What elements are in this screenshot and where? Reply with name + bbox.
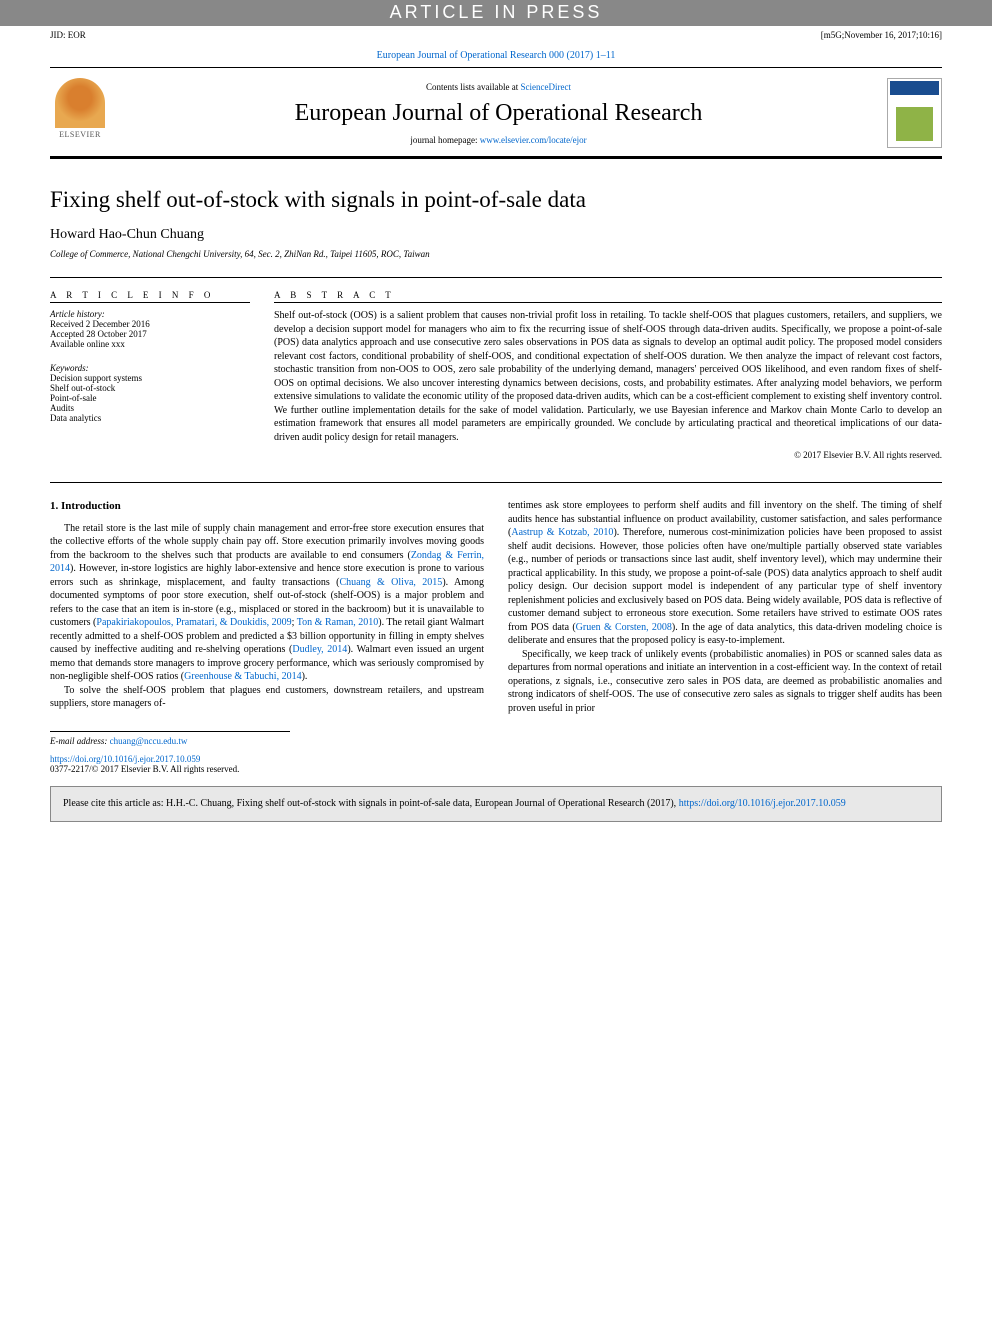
citation-box: Please cite this article as: H.H.-C. Chu… — [50, 786, 942, 822]
abstract-block: a b s t r a c t Shelf out-of-stock (OOS)… — [274, 290, 942, 460]
text-run: ). Therefore, numerous cost-minimization… — [508, 527, 942, 633]
journal-id: JID: EOR — [50, 30, 86, 40]
keyword: Point-of-sale — [50, 393, 250, 403]
citation-link[interactable]: Ton & Raman, 2010 — [297, 617, 379, 628]
journal-center: Contents lists available at ScienceDirec… — [122, 82, 875, 145]
article-in-press-label: ARTICLE IN PRESS — [0, 0, 992, 23]
abstract-copyright: © 2017 Elsevier B.V. All rights reserved… — [274, 450, 942, 460]
homepage-link[interactable]: www.elsevier.com/locate/ejor — [480, 135, 587, 145]
body-columns: 1. Introduction The retail store is the … — [0, 483, 992, 725]
doi-link[interactable]: https://doi.org/10.1016/j.ejor.2017.10.0… — [50, 754, 200, 764]
journal-citation-link[interactable]: European Journal of Operational Research… — [377, 50, 616, 61]
left-column: 1. Introduction The retail store is the … — [50, 499, 484, 715]
cite-text: Please cite this article as: H.H.-C. Chu… — [63, 798, 679, 809]
history-accepted: Accepted 28 October 2017 — [50, 329, 250, 339]
homepage-label: journal homepage: — [410, 135, 479, 145]
cite-doi-link[interactable]: https://doi.org/10.1016/j.ejor.2017.10.0… — [679, 798, 846, 809]
email-label: E-mail address: — [50, 736, 110, 746]
homepage-line: journal homepage: www.elsevier.com/locat… — [122, 135, 875, 145]
journal-cover-thumbnail — [887, 78, 942, 148]
section-heading-intro: 1. Introduction — [50, 499, 484, 514]
article-title: Fixing shelf out-of-stock with signals i… — [50, 187, 942, 213]
history-label: Article history: — [50, 309, 250, 319]
paragraph: The retail store is the last mile of sup… — [50, 522, 484, 684]
keyword: Decision support systems — [50, 373, 250, 383]
info-rule-1 — [50, 302, 250, 303]
history-received: Received 2 December 2016 — [50, 319, 250, 329]
header-meta-bar: JID: EOR [m5G;November 16, 2017;10:16] — [0, 26, 992, 44]
abstract-heading: a b s t r a c t — [274, 290, 942, 300]
build-stamp: [m5G;November 16, 2017;10:16] — [821, 30, 942, 40]
journal-name: European Journal of Operational Research — [122, 100, 875, 127]
journal-citation: European Journal of Operational Research… — [0, 44, 992, 67]
doi-block: https://doi.org/10.1016/j.ejor.2017.10.0… — [0, 746, 992, 780]
sciencedirect-link[interactable]: ScienceDirect — [521, 82, 571, 92]
title-block: Fixing shelf out-of-stock with signals i… — [0, 159, 992, 267]
keyword: Audits — [50, 403, 250, 413]
elsevier-text: ELSEVIER — [59, 130, 101, 139]
paragraph: tentimes ask store employees to perform … — [508, 499, 942, 648]
info-abstract-row: a r t i c l e i n f o Article history: R… — [0, 278, 992, 472]
top-banner: ARTICLE IN PRESS — [0, 0, 992, 26]
info-rule-2 — [274, 302, 942, 303]
issn-line: 0377-2217/© 2017 Elsevier B.V. All right… — [50, 764, 942, 774]
elsevier-logo: ELSEVIER — [50, 78, 110, 148]
paragraph: To solve the shelf-OOS problem that plag… — [50, 684, 484, 711]
elsevier-tree-icon — [55, 78, 105, 128]
abstract-text: Shelf out-of-stock (OOS) is a salient pr… — [274, 309, 942, 444]
keywords-label: Keywords: — [50, 363, 250, 373]
citation-link[interactable]: Greenhouse & Tabuchi, 2014 — [184, 671, 301, 682]
journal-header: ELSEVIER Contents lists available at Sci… — [0, 68, 992, 156]
text-run: ). — [302, 671, 308, 682]
keyword: Shelf out-of-stock — [50, 383, 250, 393]
right-column: tentimes ask store employees to perform … — [508, 499, 942, 715]
author-name: Howard Hao-Chun Chuang — [50, 227, 942, 243]
citation-link[interactable]: Dudley, 2014 — [292, 644, 347, 655]
contents-label: Contents lists available at — [426, 82, 520, 92]
article-info-block: a r t i c l e i n f o Article history: R… — [50, 290, 250, 460]
contents-line: Contents lists available at ScienceDirec… — [122, 82, 875, 92]
history-online: Available online xxx — [50, 339, 250, 349]
email-link[interactable]: chuang@nccu.edu.tw — [110, 736, 188, 746]
email-block: E-mail address: chuang@nccu.edu.tw — [50, 731, 290, 746]
paragraph: Specifically, we keep track of unlikely … — [508, 648, 942, 716]
article-info-heading: a r t i c l e i n f o — [50, 290, 250, 300]
citation-link[interactable]: Gruen & Corsten, 2008 — [576, 622, 672, 633]
keyword: Data analytics — [50, 413, 250, 423]
citation-link[interactable]: Papakiriakopoulos, Pramatari, & Doukidis… — [96, 617, 291, 628]
author-affiliation: College of Commerce, National Chengchi U… — [50, 249, 942, 259]
citation-link[interactable]: Aastrup & Kotzab, 2010 — [511, 527, 613, 538]
citation-link[interactable]: Chuang & Oliva, 2015 — [339, 577, 442, 588]
